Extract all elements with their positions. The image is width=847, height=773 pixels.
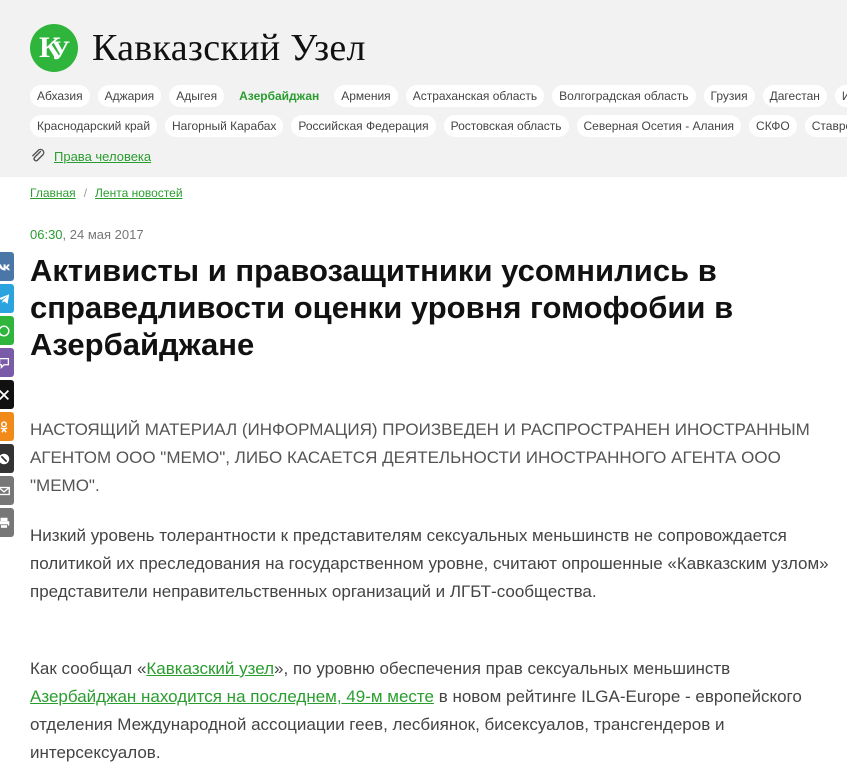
x-share-button[interactable]	[0, 380, 14, 409]
region-tag[interactable]: Армения	[334, 85, 398, 107]
livejournal-share-button[interactable]	[0, 444, 14, 473]
logo-letter: У	[51, 36, 71, 65]
region-tag[interactable]: Ростовская область	[443, 115, 569, 137]
breadcrumb: Главная / Лента новостей	[30, 186, 183, 200]
region-tags-row-2: Краснодарский край Нагорный Карабах Россий…	[30, 115, 847, 137]
paperclip-icon	[32, 148, 45, 162]
article-paragraph: Как сообщал «Кавказский узел», по уровню…	[30, 655, 835, 767]
vk-icon	[0, 263, 10, 270]
breadcrumb-home[interactable]: Главная	[30, 186, 76, 200]
article-time: 06:30	[30, 227, 63, 242]
livejournal-icon	[0, 453, 10, 464]
region-tag[interactable]: СКФО	[749, 115, 797, 137]
ranking-link[interactable]: Азербайджан находится на последнем, 49-м…	[30, 687, 434, 706]
human-rights-link-text[interactable]: Права человека	[54, 149, 151, 164]
logo-icon: К У	[30, 24, 78, 72]
email-icon	[0, 486, 10, 495]
article-paragraph: Низкий уровень толерантности к представи…	[30, 526, 829, 601]
whatsapp-icon	[0, 324, 10, 337]
vk-share-button[interactable]	[0, 252, 14, 281]
share-bar	[0, 252, 14, 537]
print-icon	[0, 517, 10, 529]
site-logo[interactable]: К У Кавказский Узел	[30, 24, 366, 72]
region-tag[interactable]: Нагорный Карабах	[165, 115, 284, 137]
region-tag[interactable]: Волгоградская область	[552, 85, 696, 107]
human-rights-link[interactable]: Права человека	[30, 148, 151, 164]
site-header: К У Кавказский Узел Абхазия Аджария Адыгея…	[0, 0, 847, 177]
paragraph-text: », по уровню обеспечения прав сексуальны…	[274, 659, 731, 678]
whatsapp-share-button[interactable]	[0, 316, 14, 345]
region-tag[interactable]: Адыгея	[169, 85, 225, 107]
print-share-button[interactable]	[0, 508, 14, 537]
email-share-button[interactable]	[0, 476, 14, 505]
odnoklassniki-icon	[0, 420, 8, 433]
region-tag[interactable]: Российская Федерация	[291, 115, 436, 137]
region-tag[interactable]: Астраханская область	[405, 85, 545, 107]
region-tag[interactable]: Ставропо	[804, 115, 847, 137]
breadcrumb-news-feed[interactable]: Лента новостей	[95, 186, 183, 200]
region-tags-row-1: Абхазия Аджария Адыгея Азербайджан Армения Ас…	[30, 85, 847, 107]
telegram-share-button[interactable]	[0, 284, 14, 313]
region-tag[interactable]: Дагестан	[762, 85, 827, 107]
region-tag[interactable]: Абхазия	[30, 85, 90, 107]
region-tag[interactable]: Аджария	[97, 85, 162, 107]
region-tag[interactable]: Северная Осетия - Алания	[576, 115, 742, 137]
paragraph-text: Как сообщал «	[30, 659, 147, 678]
article-date: 06:30, 24 мая 2017	[30, 227, 144, 242]
foreign-agent-notice: НАСТОЯЩИЙ МАТЕРИАЛ (ИНФОРМАЦИЯ) ПРОИЗВЕД…	[30, 420, 810, 495]
region-tag[interactable]: Грузия	[703, 85, 755, 107]
odnoklassniki-share-button[interactable]	[0, 412, 14, 441]
viber-icon	[0, 357, 10, 369]
article-headline: Активисты и правозащитники усомнились в …	[30, 253, 734, 362]
telegram-icon	[0, 293, 10, 304]
site-title: Кавказский Узел	[92, 27, 366, 69]
breadcrumb-separator: /	[83, 186, 88, 200]
kavkaz-uzel-link[interactable]: Кавказский узел	[146, 659, 274, 678]
region-tag[interactable]: Азербайджан	[232, 85, 326, 107]
region-tag[interactable]: Краснодарский край	[30, 115, 158, 137]
article-day: , 24 мая 2017	[62, 227, 144, 242]
region-tag[interactable]: Ин	[834, 85, 847, 107]
x-icon	[0, 389, 9, 400]
viber-share-button[interactable]	[0, 348, 14, 377]
